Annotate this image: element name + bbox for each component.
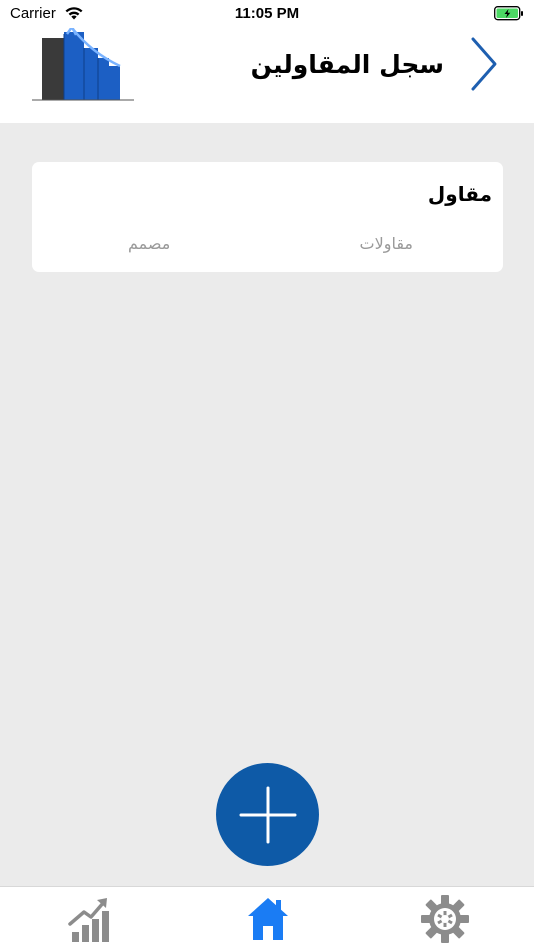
battery-icon — [494, 6, 524, 25]
contractor-card[interactable]: مقاول مقاولات مصمم — [32, 162, 503, 272]
chart-growth-icon — [68, 898, 109, 942]
contractor-type-contracting: مقاولات — [359, 234, 413, 253]
tab-statistics[interactable] — [59, 891, 119, 947]
home-icon — [248, 898, 288, 940]
status-time: 11:05 PM — [234, 5, 300, 22]
tab-bar — [0, 886, 534, 950]
chevron-right-icon — [471, 37, 497, 91]
contractor-name: مقاول — [427, 182, 492, 206]
header: سجل المقاولين — [0, 24, 534, 123]
add-contractor-button[interactable] — [216, 763, 319, 866]
gear-icon — [421, 895, 469, 943]
status-bar: Carrier 11:05 PM — [0, 0, 534, 28]
plus-icon — [239, 786, 296, 843]
contractor-type-designer: مصمم — [128, 234, 171, 253]
back-button[interactable] — [464, 36, 504, 92]
tab-settings[interactable] — [415, 891, 475, 947]
app-logo — [32, 24, 134, 107]
page-title: سجل المقاولين — [250, 50, 444, 79]
tab-home[interactable] — [238, 891, 298, 947]
